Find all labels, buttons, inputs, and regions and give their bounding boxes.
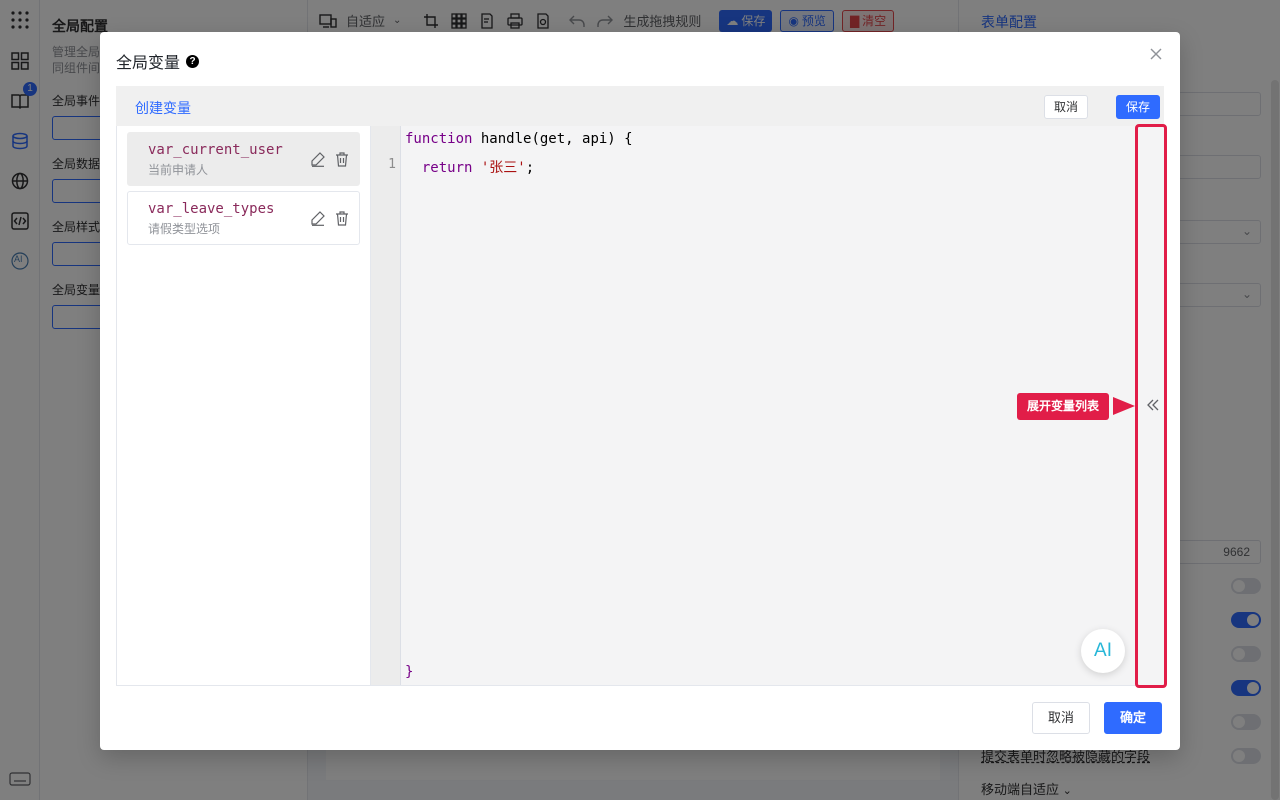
variable-item[interactable]: var_leave_types 请假类型选项 — [127, 191, 360, 245]
variable-desc: 当前申请人 — [148, 163, 209, 177]
delete-icon[interactable] — [334, 210, 350, 226]
dialog-title: 全局变量 ? — [116, 49, 200, 73]
line-number: 1 — [388, 157, 396, 172]
code-keyword: return — [421, 160, 473, 176]
close-icon[interactable] — [1148, 46, 1164, 62]
variable-desc: 请假类型选项 — [148, 222, 221, 236]
code-signature: handle(get, api) { — [472, 131, 633, 147]
variables-header: 创建变量 取消 保存 — [116, 86, 1164, 126]
delete-icon[interactable] — [334, 151, 350, 167]
variable-item[interactable]: var_current_user 当前申请人 — [127, 132, 360, 186]
code-line-return: return '张三'; — [405, 157, 534, 177]
edit-icon[interactable] — [310, 210, 326, 226]
create-variable-button[interactable]: 创建变量 — [135, 98, 191, 118]
edit-icon[interactable] — [310, 151, 326, 167]
variable-name: var_leave_types — [148, 201, 275, 217]
code-keyword: function — [405, 131, 473, 147]
global-variables-dialog: 全局变量 ? 创建变量 取消 保存 var_current_user 当前申请人… — [100, 32, 1180, 750]
dialog-confirm-button[interactable]: 确定 — [1104, 702, 1163, 734]
code-line-close: } — [405, 664, 413, 680]
line-gutter: 1 — [371, 126, 401, 685]
dialog-title-text: 全局变量 — [116, 55, 181, 72]
expand-list-callout: 展开变量列表 — [1017, 393, 1110, 420]
help-icon[interactable]: ? — [186, 54, 200, 68]
code-string: '张三' — [480, 160, 526, 176]
callout-arrow — [1113, 397, 1135, 415]
ai-assistant-button[interactable]: AI — [1081, 629, 1125, 673]
header-cancel-button[interactable]: 取消 — [1043, 95, 1088, 119]
dialog-cancel-button[interactable]: 取消 — [1032, 702, 1091, 734]
variable-name: var_current_user — [148, 142, 283, 158]
variable-list: var_current_user 当前申请人 var_leave_types 请… — [116, 126, 371, 686]
code-line-signature: function handle(get, api) { — [405, 131, 633, 147]
double-chevron-left-icon[interactable] — [1146, 398, 1160, 412]
code-brace: } — [405, 664, 414, 680]
code-semicolon: ; — [525, 160, 535, 176]
header-save-button[interactable]: 保存 — [1115, 95, 1160, 119]
